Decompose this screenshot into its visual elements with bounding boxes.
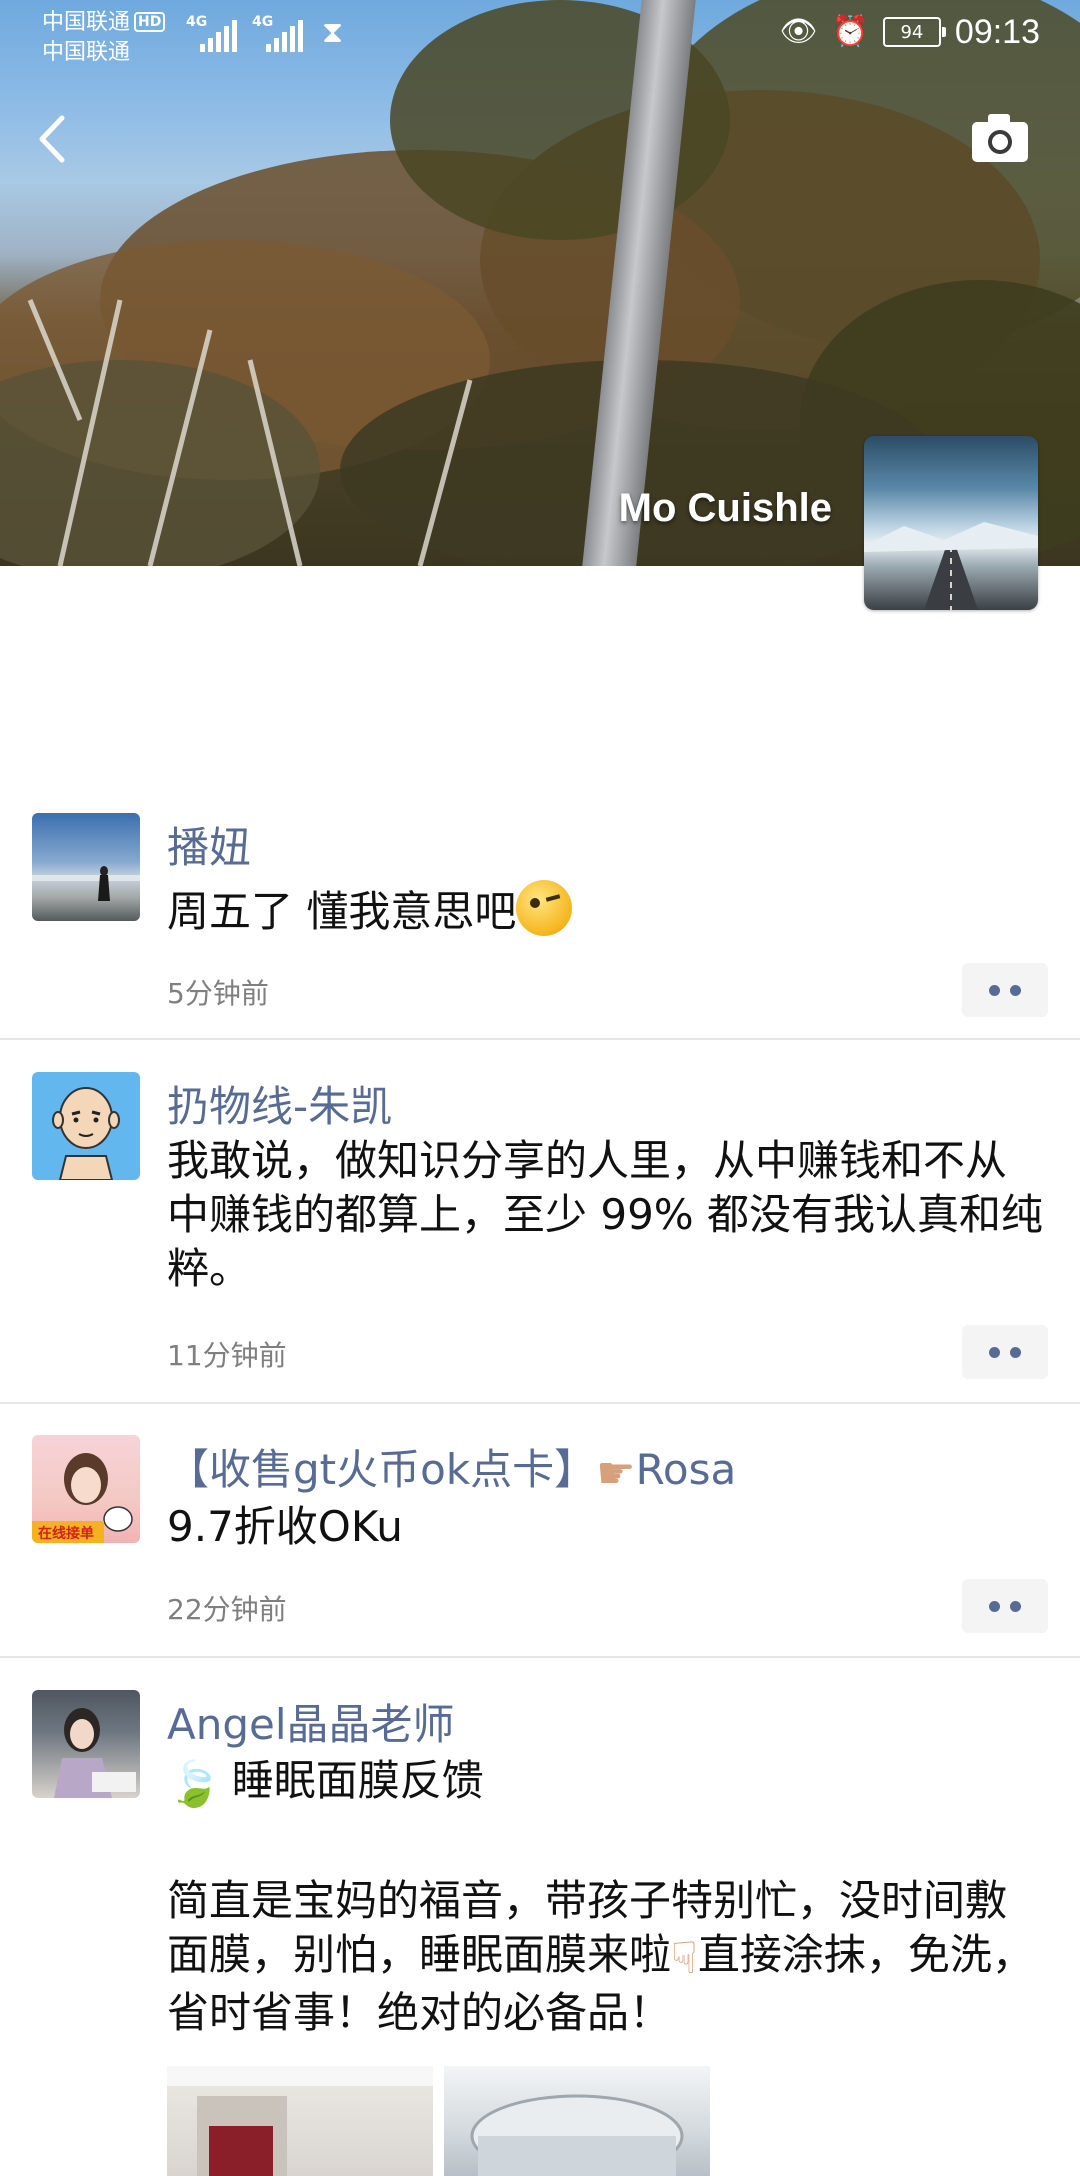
divider xyxy=(0,1402,1080,1404)
more-button[interactable] xyxy=(962,1579,1048,1633)
avatar[interactable] xyxy=(32,1690,140,1798)
wink-emoji-icon xyxy=(516,880,573,936)
post-time: 22分钟前 xyxy=(167,1593,287,1626)
profile-avatar[interactable] xyxy=(864,436,1038,610)
post-title-text: 睡眠面膜反馈 xyxy=(231,1756,484,1805)
battery-icon: 94 xyxy=(882,17,946,47)
woman-portrait-image xyxy=(54,1708,136,1798)
signal-icon-2 xyxy=(266,20,303,52)
post-author-prefix: 【收售gt火币ok点卡】 xyxy=(167,1445,597,1494)
back-button[interactable] xyxy=(30,106,80,172)
post-text: 9.7折收OKu xyxy=(167,1502,403,1551)
battery-level: 94 xyxy=(900,21,924,43)
carrier-info: 中国联通 HD 中国联通 xyxy=(42,8,166,68)
avatar[interactable] xyxy=(32,1072,140,1180)
status-bar: 中国联通 HD 中国联通 4G 4G ⧗ 👁 ⏰ 94 09:13 xyxy=(0,0,1080,70)
post-text-content: 周五了 懂我意思吧 xyxy=(167,887,517,936)
beach-person-image xyxy=(32,866,140,901)
dot-icon xyxy=(1010,984,1021,996)
dot-icon xyxy=(989,1346,1000,1358)
profile-name[interactable]: Mo Cuishle xyxy=(619,486,832,531)
post-text: 简直是宝妈的福音，带孩子特别忙，没时间敷面膜，别怕，睡眠面膜来啦☟直接涂抹，免洗… xyxy=(167,1874,1047,2040)
hd-badge: HD xyxy=(134,12,166,32)
signal-icon-1 xyxy=(200,20,237,52)
hourglass-icon: ⧗ xyxy=(322,15,344,50)
post-time: 11分钟前 xyxy=(167,1339,287,1372)
post-title: 🍃 睡眠面膜反馈 xyxy=(167,1754,1047,1812)
pointing-down-hand-icon: ☟ xyxy=(671,1933,698,1984)
post-author[interactable]: 扔物线-朱凯 xyxy=(167,1073,392,1134)
divider xyxy=(0,1038,1080,1040)
more-button[interactable] xyxy=(962,963,1048,1017)
more-button[interactable] xyxy=(962,1325,1048,1379)
post-text: 周五了 懂我意思吧 xyxy=(167,880,1047,939)
divider xyxy=(0,1656,1080,1658)
post-author[interactable]: 播妞 xyxy=(167,814,251,875)
pointing-right-hand-icon: ☛ xyxy=(596,1448,636,1499)
carrier-label-1: 中国联通 xyxy=(42,10,131,35)
post-text: 我敢说，做知识分享的人里，从中赚钱和不从中赚钱的都算上，至少 99% 都没有我认… xyxy=(167,1136,1044,1293)
camera-icon xyxy=(972,114,1028,162)
eye-icon: 👁 xyxy=(779,14,818,49)
avatar-badge: 在线接单 xyxy=(38,1526,94,1542)
cartoon-face-image xyxy=(52,1087,120,1180)
post-author-suffix: Rosa xyxy=(635,1445,737,1494)
status-time: 09:13 xyxy=(954,13,1040,51)
dot-icon xyxy=(989,1600,1000,1612)
avatar[interactable] xyxy=(32,813,140,921)
camera-button[interactable] xyxy=(970,110,1040,166)
road-landscape-image xyxy=(864,522,1038,610)
avatar[interactable]: 在线接单 xyxy=(32,1435,140,1543)
carrier-label-2: 中国联通 xyxy=(42,40,131,65)
dot-icon xyxy=(1010,1600,1021,1612)
leaves-icon: 🍃 xyxy=(167,1759,222,1810)
dot-icon xyxy=(1010,1346,1021,1358)
alarm-icon: ⏰ xyxy=(831,14,869,49)
post-author[interactable]: 【收售gt火币ok点卡】☛Rosa xyxy=(167,1436,736,1499)
post-author[interactable]: Angel晶晶老师 xyxy=(167,1691,455,1752)
dot-icon xyxy=(989,984,1000,996)
post-time: 5分钟前 xyxy=(167,977,269,1010)
chevron-left-icon xyxy=(39,115,65,163)
